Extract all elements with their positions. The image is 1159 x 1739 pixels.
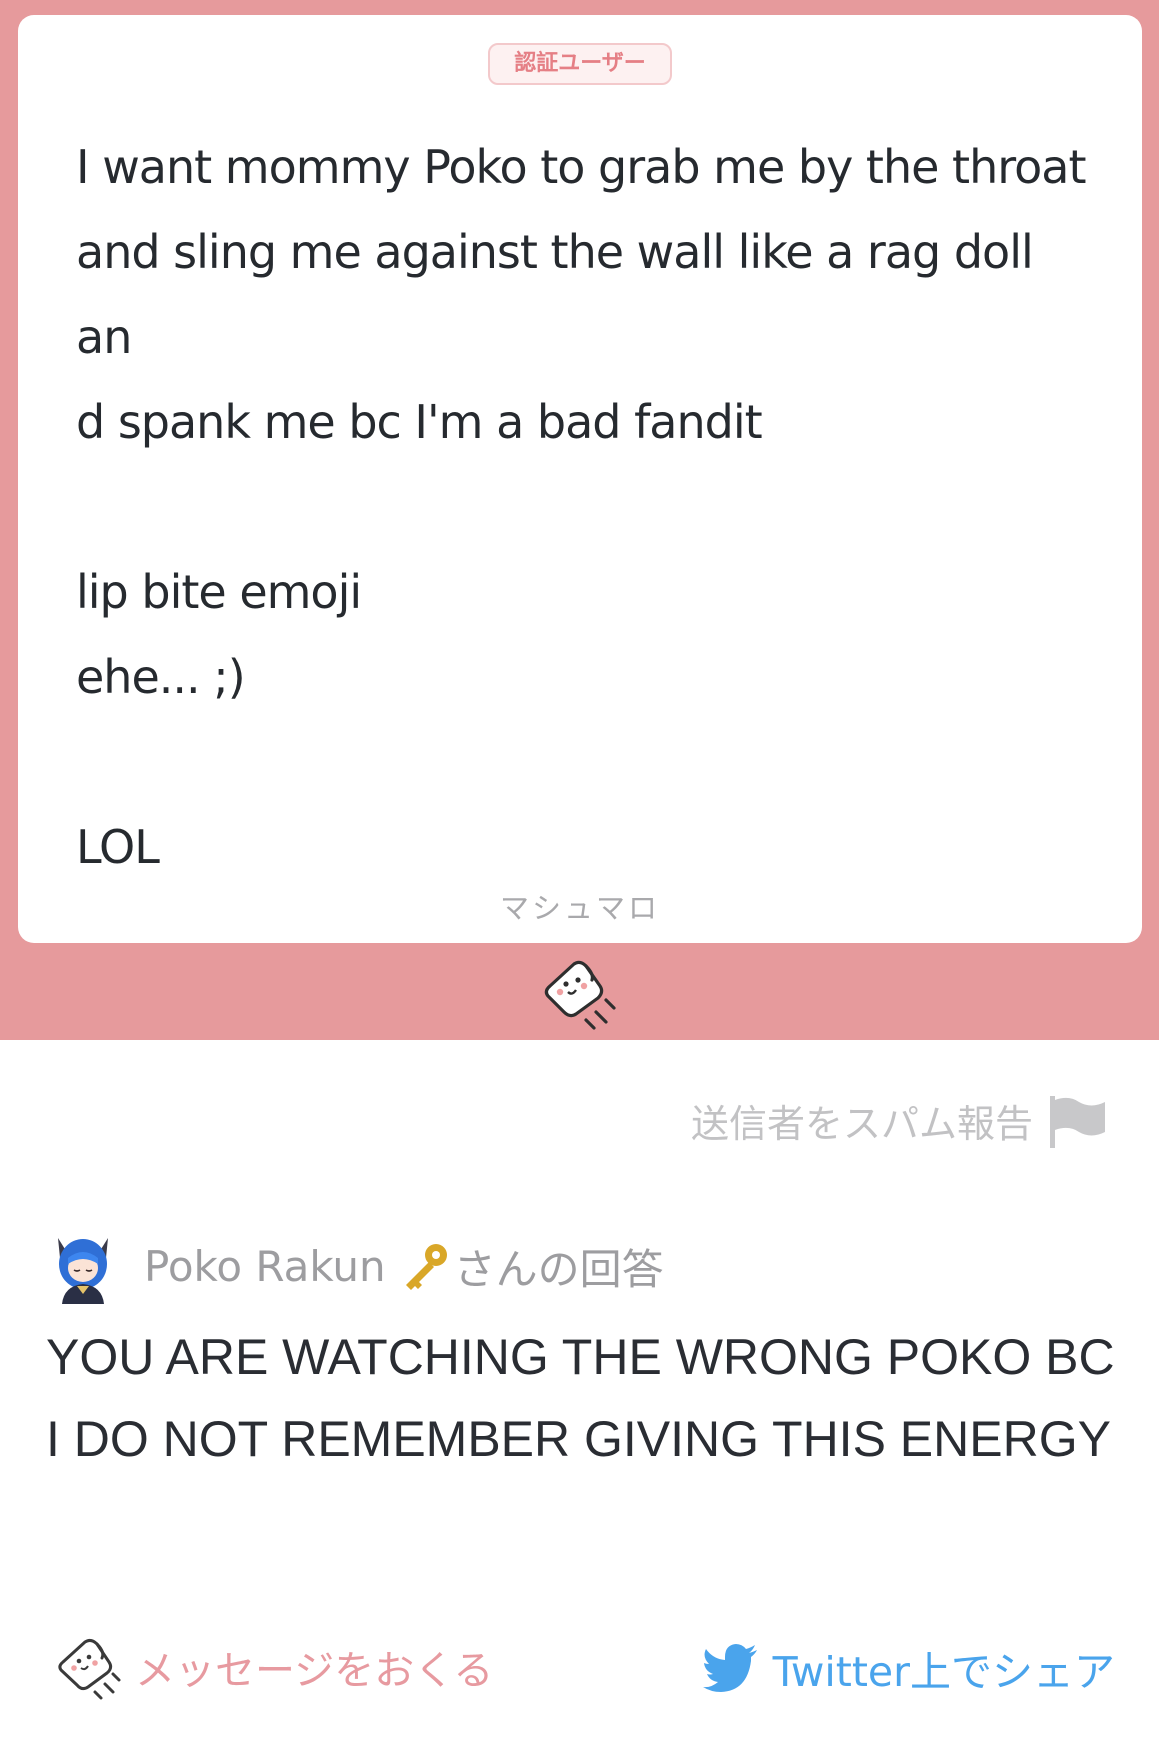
question-message: I want mommy Poko to grab me by the thro…: [76, 140, 1087, 874]
spam-report-button[interactable]: 送信者をスパム報告: [691, 1093, 1109, 1148]
marshmallow-icon: [544, 960, 616, 1030]
verified-user-badge: 認証ユーザー: [488, 43, 672, 85]
flag-icon: [1050, 1095, 1105, 1148]
question-card: 認証ユーザー I want mommy Poko to grab me by t…: [18, 15, 1142, 943]
twitter-icon: [702, 1644, 757, 1692]
answer-label: さんの回答: [453, 1244, 664, 1294]
send-message-label: メッセージをおくる: [135, 1648, 494, 1694]
send-message-link[interactable]: メッセージをおくる: [55, 1632, 493, 1702]
share-twitter-link[interactable]: Twitter上でシェア: [702, 1638, 1115, 1698]
answer-header: Poko Rakun さんの回答: [50, 1228, 664, 1304]
share-twitter-label: Twitter上でシェア: [772, 1648, 1115, 1696]
key-icon: [405, 1244, 447, 1290]
card-footer-brand: マシュマロ: [499, 891, 660, 925]
avatar[interactable]: [50, 1228, 116, 1304]
question-card-background: 認証ユーザー I want mommy Poko to grab me by t…: [0, 0, 1159, 1040]
answer-author: Poko Rakun: [144, 1241, 386, 1291]
action-bar: メッセージをおくる Twitter上でシェア: [55, 1632, 1115, 1702]
spam-report-label: 送信者をスパム報告: [690, 1102, 1033, 1146]
marshmallow-icon: [58, 1638, 121, 1700]
answer-text: YOU ARE WATCHING THE WRONG POKO BC I DO …: [46, 1329, 1115, 1467]
